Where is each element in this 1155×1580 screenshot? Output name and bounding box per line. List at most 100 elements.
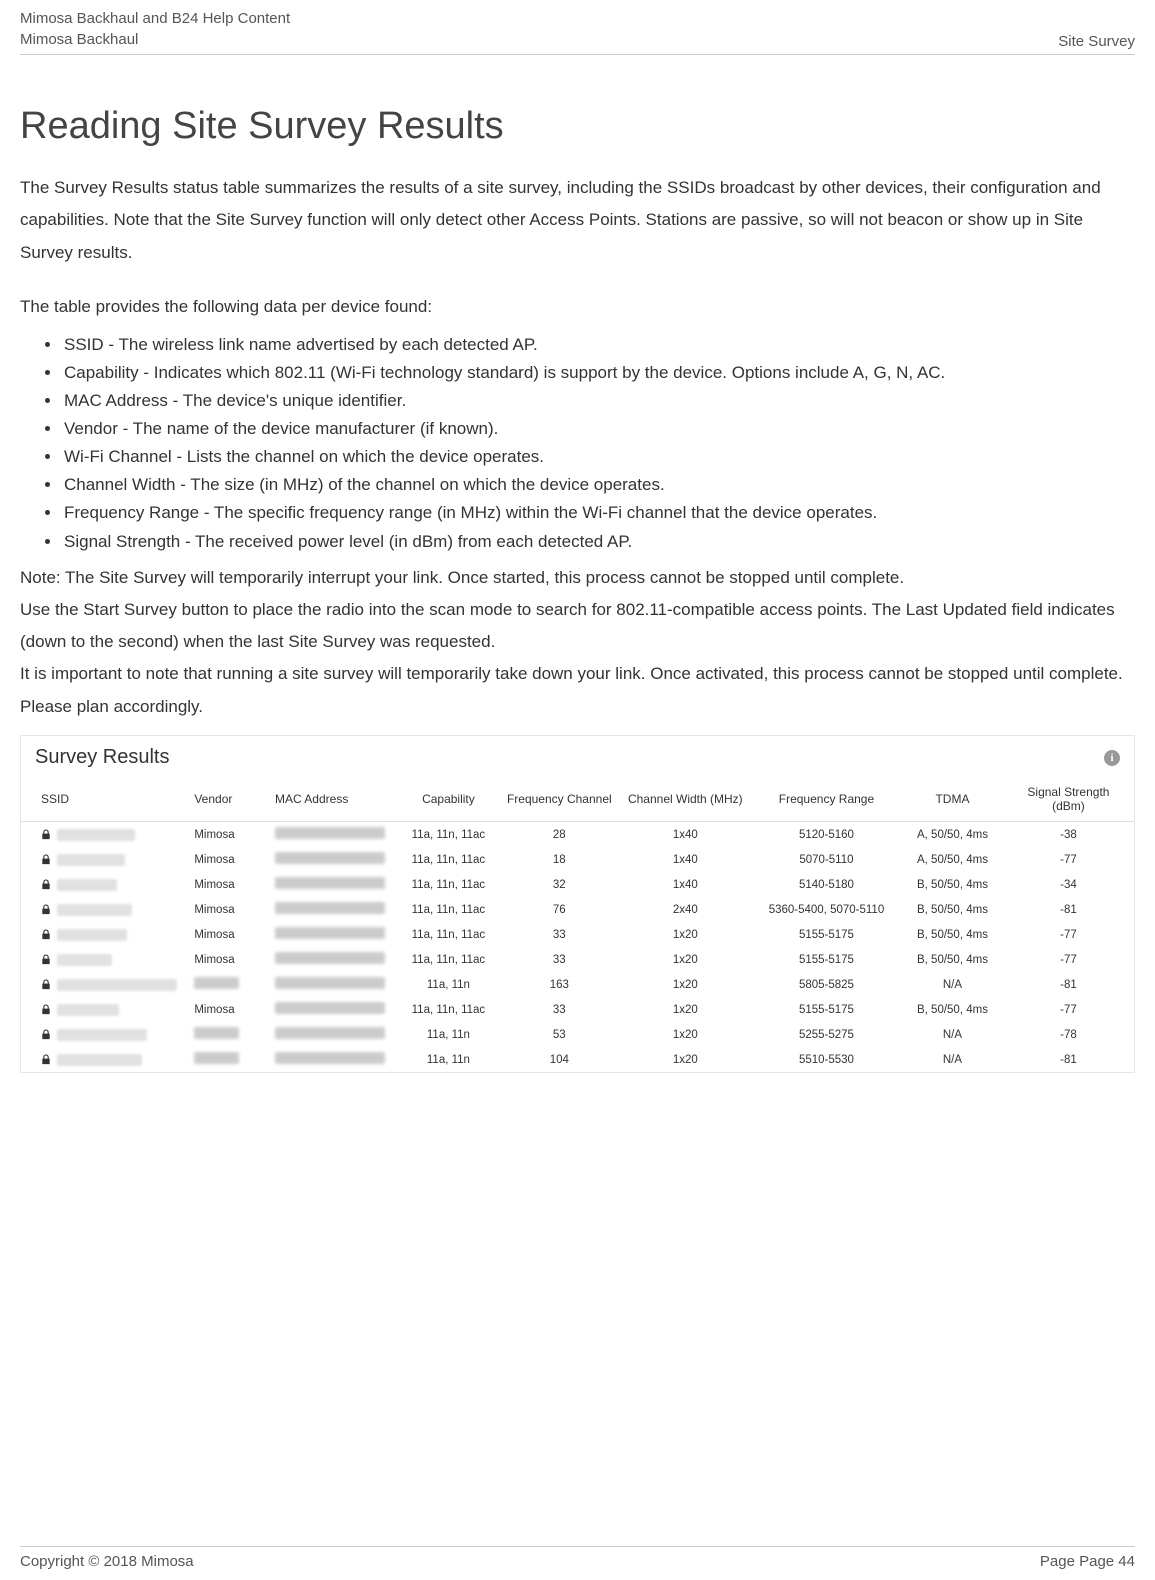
table-row: Mimosa11a, 11n, 11ac181x405070-5110A, 50… [21,847,1134,872]
vendor-cell: Mimosa [186,947,267,972]
ssid-redacted [57,1029,147,1041]
tdma-cell: B, 50/50, 4ms [902,947,1003,972]
document-header: Mimosa Backhaul and B24 Help Content Mim… [20,0,1135,55]
capability-cell: 11a, 11n [398,1022,499,1047]
width-cell: 2x40 [620,897,751,922]
table-row: Mimosa11a, 11n, 11ac331x205155-5175B, 50… [21,922,1134,947]
ssid-redacted [57,1004,119,1016]
ssid-redacted [57,929,127,941]
info-icon[interactable]: i [1104,750,1120,766]
signal-cell: -81 [1003,897,1134,922]
range-cell: 5255-5275 [751,1022,902,1047]
mac-redacted [275,952,385,964]
lock-icon [41,1004,51,1015]
channel-cell: 33 [499,947,620,972]
capability-cell: 11a, 11n, 11ac [398,922,499,947]
range-cell: 5120-5160 [751,822,902,848]
range-cell: 5510-5530 [751,1047,902,1072]
mac-cell [267,922,398,947]
list-item: Vendor - The name of the device manufact… [62,415,1135,443]
ssid-redacted [57,829,135,841]
lock-icon [41,854,51,865]
ssid-redacted [57,954,112,966]
tdma-cell: A, 50/50, 4ms [902,847,1003,872]
col-width: Channel Width (MHz) [620,777,751,822]
vendor-cell: Mimosa [186,822,267,848]
ssid-cell [41,979,178,991]
range-cell: 5155-5175 [751,922,902,947]
mac-redacted [275,1052,385,1064]
col-ssid: SSID [21,777,186,822]
vendor-redacted [194,1027,239,1039]
mac-redacted [275,877,385,889]
range-cell: 5140-5180 [751,872,902,897]
header-line2: Mimosa Backhaul [20,29,290,50]
tdma-cell: B, 50/50, 4ms [902,922,1003,947]
col-channel: Frequency Channel [499,777,620,822]
mac-redacted [275,927,385,939]
col-range: Frequency Range [751,777,902,822]
width-cell: 1x40 [620,872,751,897]
channel-cell: 28 [499,822,620,848]
header-right: Site Survey [1058,33,1135,50]
ssid-cell [41,904,178,916]
signal-cell: -77 [1003,922,1134,947]
lock-icon [41,979,51,990]
mac-cell [267,972,398,997]
mac-cell [267,847,398,872]
width-cell: 1x20 [620,1047,751,1072]
width-cell: 1x40 [620,847,751,872]
ssid-cell [41,829,178,841]
intro-paragraph2: The table provides the following data pe… [20,291,1135,323]
mac-redacted [275,1002,385,1014]
width-cell: 1x20 [620,972,751,997]
header-left: Mimosa Backhaul and B24 Help Content Mim… [20,8,290,50]
width-cell: 1x20 [620,922,751,947]
table-header-row: SSID Vendor MAC Address Capability Frequ… [21,777,1134,822]
ssid-redacted [57,1054,142,1066]
vendor-cell: Mimosa [186,847,267,872]
col-mac: MAC Address [267,777,398,822]
mac-cell [267,947,398,972]
range-cell: 5155-5175 [751,997,902,1022]
table-row: Mimosa11a, 11n, 11ac321x405140-5180B, 50… [21,872,1134,897]
signal-cell: -38 [1003,822,1134,848]
document-footer: Copyright © 2018 Mimosa Page Page 44 [20,1546,1135,1570]
ssid-redacted [57,879,117,891]
mac-cell [267,997,398,1022]
mac-cell [267,872,398,897]
col-capability: Capability [398,777,499,822]
mac-redacted [275,827,385,839]
page-title: Reading Site Survey Results [20,105,1135,148]
tdma-cell: N/A [902,1047,1003,1072]
lock-icon [41,1054,51,1065]
mac-cell [267,1022,398,1047]
mac-cell [267,822,398,848]
width-cell: 1x40 [620,822,751,848]
width-cell: 1x20 [620,997,751,1022]
list-item: Frequency Range - The specific frequency… [62,499,1135,527]
tdma-cell: B, 50/50, 4ms [902,872,1003,897]
tdma-cell: B, 50/50, 4ms [902,997,1003,1022]
mac-redacted [275,977,385,989]
table-row: Mimosa11a, 11n, 11ac281x405120-5160A, 50… [21,822,1134,848]
range-cell: 5360-5400, 5070-5110 [751,897,902,922]
table-row: Mimosa11a, 11n, 11ac331x205155-5175B, 50… [21,947,1134,972]
channel-cell: 104 [499,1047,620,1072]
range-cell: 5155-5175 [751,947,902,972]
ssid-cell [41,1004,178,1016]
footer-left: Copyright © 2018 Mimosa [20,1553,194,1570]
signal-cell: -77 [1003,847,1134,872]
ssid-redacted [57,979,177,991]
capability-cell: 11a, 11n, 11ac [398,897,499,922]
vendor-cell [186,1022,267,1047]
table-row: 11a, 11n1041x205510-5530N/A-81 [21,1047,1134,1072]
footer-right: Page Page 44 [1040,1553,1135,1570]
panel-header: Survey Results i [21,736,1134,777]
tdma-cell: N/A [902,1022,1003,1047]
channel-cell: 18 [499,847,620,872]
ssid-redacted [57,854,125,866]
vendor-cell [186,972,267,997]
ssid-cell [41,1054,178,1066]
start-paragraph: Use the Start Survey button to place the… [20,594,1135,659]
